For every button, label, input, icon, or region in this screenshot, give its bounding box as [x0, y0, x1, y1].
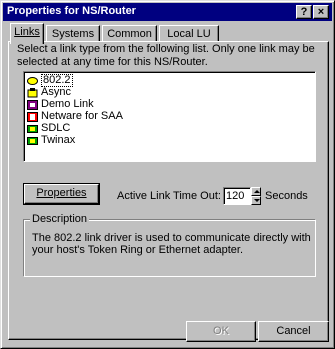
list-item-twinax[interactable]: Twinax [27, 135, 75, 146]
token-ring-icon [27, 76, 38, 86]
list-item-label: Async [41, 86, 71, 98]
tab-links-label: Links [14, 26, 40, 38]
timeout-unit-label: Seconds [265, 190, 308, 202]
tab-common-label: Common [107, 28, 152, 40]
ok-button[interactable]: OK [186, 321, 256, 342]
tab-local-lu-label: Local LU [167, 28, 211, 40]
timeout-value-field[interactable]: 120 [223, 187, 251, 205]
list-item-802-2[interactable]: 802.2 [27, 74, 73, 87]
tab-links[interactable]: Links [10, 23, 44, 44]
list-item-label: Twinax [41, 134, 76, 146]
timeout-label: Active Link Time Out: [117, 190, 221, 202]
description-title: Description [30, 213, 90, 226]
list-item-label: Netware for SAA [41, 110, 123, 122]
title-bar[interactable]: Properties for NS/Router ? × [3, 3, 332, 21]
properties-dialog: Properties for NS/Router ? × Links Syste… [0, 0, 335, 349]
list-item-async[interactable]: Async [27, 87, 71, 98]
twinax-link-icon [27, 136, 38, 146]
properties-button[interactable]: Properties [23, 183, 100, 205]
netware-icon [27, 111, 38, 122]
link-type-list[interactable]: 802.2 Async Demo Link Netware for SAA SD… [23, 71, 316, 162]
description-text: The 802.2 link driver is used to communi… [32, 232, 311, 256]
cancel-button[interactable]: Cancel [258, 321, 329, 342]
help-button[interactable]: ? [296, 5, 312, 19]
instructions-text: Select a link type from the following li… [17, 43, 315, 68]
demo-link-icon [27, 99, 38, 110]
spin-down-icon[interactable] [251, 196, 261, 205]
list-item-label: Demo Link [41, 98, 94, 110]
list-item-sdlc[interactable]: SDLC [27, 123, 70, 134]
list-item-label: SDLC [41, 122, 71, 134]
async-link-icon [27, 87, 38, 98]
spin-up-icon[interactable] [251, 187, 261, 196]
close-button[interactable]: × [313, 5, 329, 19]
list-item-netware-for-saa[interactable]: Netware for SAA [27, 111, 123, 122]
window-title: Properties for NS/Router [7, 5, 136, 17]
tab-systems-label: Systems [51, 28, 95, 40]
properties-button-label: Properties [36, 187, 87, 199]
list-item-demo-link[interactable]: Demo Link [27, 99, 94, 110]
sdlc-link-icon [27, 124, 38, 134]
